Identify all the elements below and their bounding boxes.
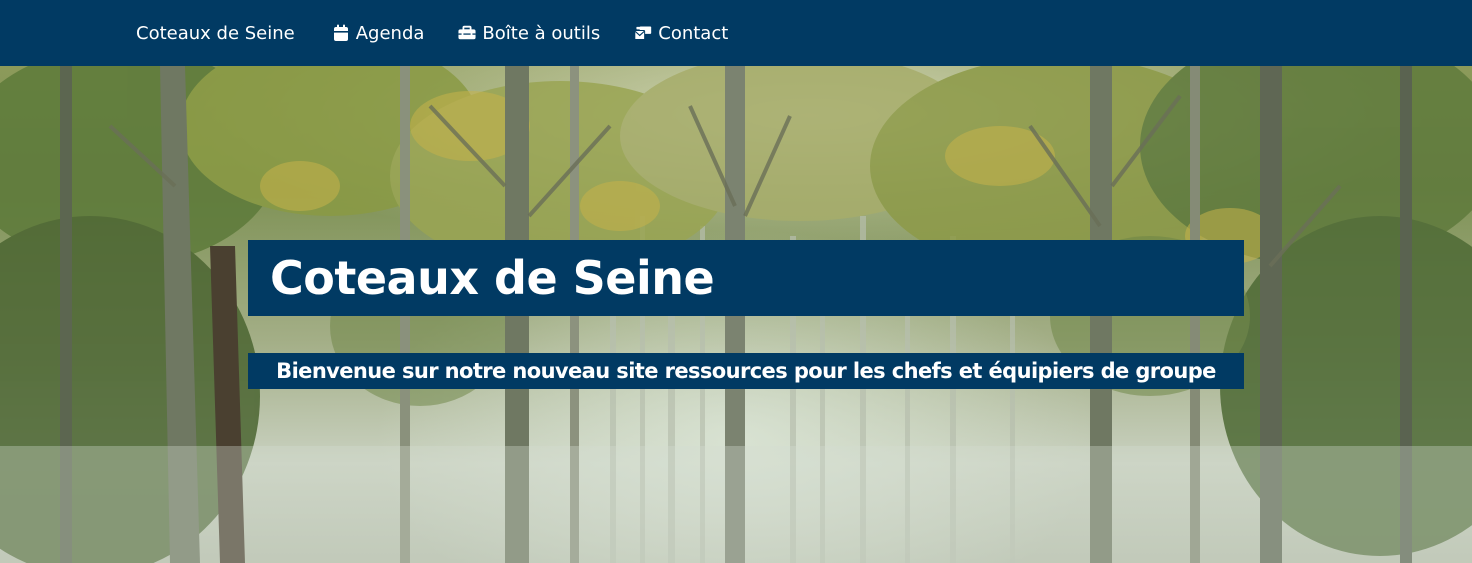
nav-item-toolbox[interactable]: Boîte à outils bbox=[458, 23, 600, 44]
nav-menu: Coteaux de Seine Agenda Boîte à outils C… bbox=[136, 23, 762, 44]
nav-item-agenda[interactable]: Agenda bbox=[332, 22, 425, 44]
hero-subtitle: Bienvenue sur notre nouveau site ressour… bbox=[276, 359, 1216, 383]
nav-brand-link[interactable]: Coteaux de Seine bbox=[136, 23, 295, 44]
calendar-icon bbox=[332, 24, 350, 42]
hero-title: Coteaux de Seine bbox=[270, 251, 715, 305]
top-navbar: Coteaux de Seine Agenda Boîte à outils C… bbox=[0, 0, 1472, 66]
nav-item-contact-label: Contact bbox=[658, 22, 729, 44]
mail-bulk-icon bbox=[634, 24, 652, 42]
hero-title-box: Coteaux de Seine bbox=[248, 240, 1244, 316]
nav-item-contact[interactable]: Contact bbox=[634, 23, 728, 44]
nav-item-toolbox-label: Boîte à outils bbox=[482, 22, 601, 44]
toolbox-icon bbox=[458, 24, 476, 42]
hero-banner: Coteaux de Seine Bienvenue sur notre nou… bbox=[0, 66, 1472, 563]
hero-subtitle-box: Bienvenue sur notre nouveau site ressour… bbox=[248, 353, 1244, 389]
nav-item-agenda-label: Agenda bbox=[355, 22, 425, 44]
